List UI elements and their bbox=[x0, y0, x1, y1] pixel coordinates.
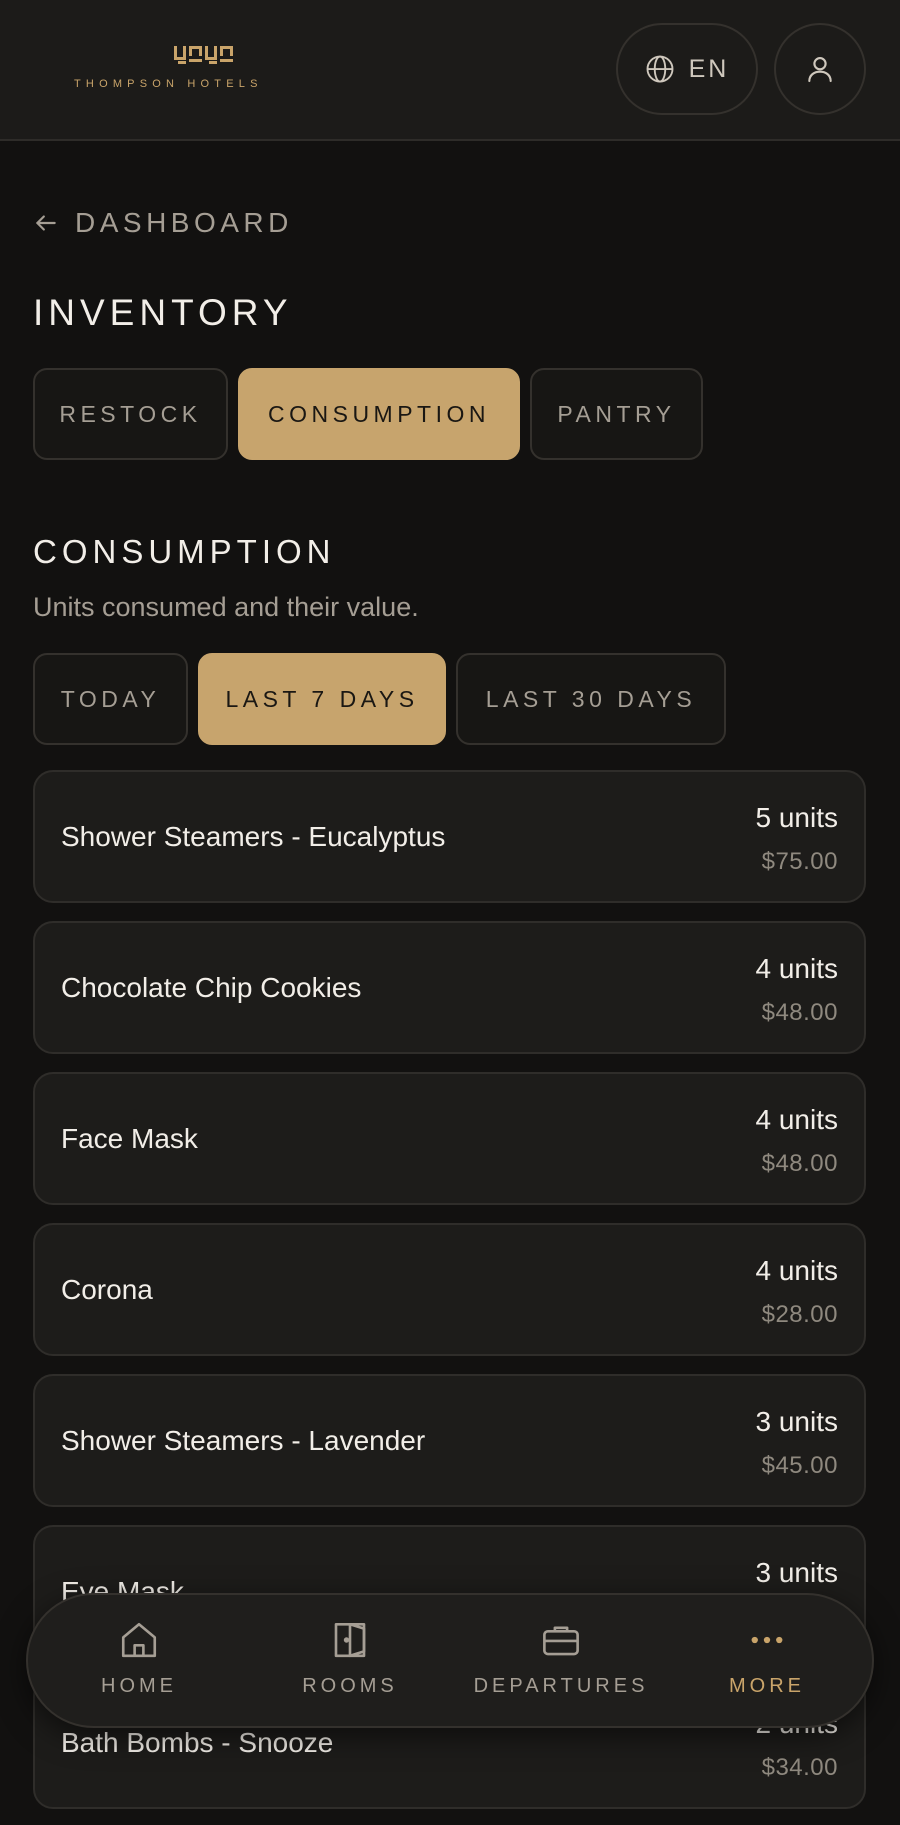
list-item[interactable]: Shower Steamers - Lavender 3 units $45.0… bbox=[33, 1374, 866, 1507]
language-selector-button[interactable]: EN bbox=[616, 23, 758, 115]
nav-label: DEPARTURES bbox=[473, 1675, 649, 1697]
range-last-7-days[interactable]: LAST 7 DAYS bbox=[198, 653, 446, 745]
date-range-tabs: TODAY LAST 7 DAYS LAST 30 DAYS bbox=[33, 653, 726, 745]
section-title: CONSUMPTION bbox=[33, 533, 336, 570]
page-title: INVENTORY bbox=[33, 292, 293, 333]
inventory-page: THOMPSON HOTELS EN DASHBOARD INVENTORY R… bbox=[0, 0, 900, 1825]
item-units: 4 units bbox=[755, 953, 839, 984]
inventory-tabs: RESTOCK CONSUMPTION PANTRY bbox=[33, 368, 703, 460]
bottom-navigation: HOME ROOMS DEPARTURES MORE bbox=[26, 1593, 874, 1728]
item-value: $28.00 bbox=[761, 1301, 838, 1328]
item-value: $48.00 bbox=[761, 999, 838, 1026]
briefcase-icon bbox=[543, 1626, 579, 1656]
item-units: 5 units bbox=[755, 802, 839, 833]
list-item[interactable]: Corona 4 units $28.00 bbox=[33, 1223, 866, 1356]
nav-departures[interactable]: DEPARTURES bbox=[466, 1619, 656, 1709]
globe-icon bbox=[646, 55, 674, 83]
item-name: Bath Bombs - Snooze bbox=[61, 1726, 334, 1758]
nav-label: HOME bbox=[101, 1675, 177, 1697]
tab-pantry[interactable]: PANTRY bbox=[530, 368, 703, 460]
list-item[interactable]: Chocolate Chip Cookies 4 units $48.00 bbox=[33, 921, 866, 1054]
item-name: Chocolate Chip Cookies bbox=[61, 971, 362, 1003]
back-label: DASHBOARD bbox=[75, 207, 293, 238]
nav-more[interactable]: MORE bbox=[672, 1619, 862, 1709]
tab-consumption[interactable]: CONSUMPTION bbox=[238, 368, 520, 460]
back-to-dashboard-link[interactable]: DASHBOARD bbox=[33, 205, 293, 241]
brand-name: THOMPSON HOTELS bbox=[74, 78, 263, 90]
range-last-30-days[interactable]: LAST 30 DAYS bbox=[456, 653, 726, 745]
nav-home[interactable]: HOME bbox=[44, 1619, 234, 1709]
door-icon bbox=[334, 1622, 366, 1658]
item-units: 4 units bbox=[755, 1255, 839, 1286]
list-item[interactable]: Shower Steamers - Eucalyptus 5 units $75… bbox=[33, 770, 866, 903]
item-name: Shower Steamers - Lavender bbox=[61, 1424, 426, 1456]
nav-rooms[interactable]: ROOMS bbox=[255, 1619, 445, 1709]
nav-label: MORE bbox=[729, 1675, 805, 1697]
item-value: $75.00 bbox=[761, 848, 838, 875]
more-dots-icon bbox=[751, 1636, 783, 1644]
item-value: $48.00 bbox=[761, 1150, 838, 1177]
thompson-hotels-logo[interactable]: THOMPSON HOTELS bbox=[74, 46, 344, 96]
item-name: Face Mask bbox=[61, 1122, 198, 1154]
item-units: 3 units bbox=[755, 1406, 839, 1437]
app-header: THOMPSON HOTELS EN bbox=[0, 0, 900, 141]
item-units: 4 units bbox=[755, 1104, 839, 1135]
section-subtitle: Units consumed and their value. bbox=[33, 592, 419, 622]
item-name: Corona bbox=[61, 1273, 153, 1305]
arrow-left-icon bbox=[36, 215, 56, 231]
tab-restock[interactable]: RESTOCK bbox=[33, 368, 228, 460]
range-today[interactable]: TODAY bbox=[33, 653, 188, 745]
list-item[interactable]: Face Mask 4 units $48.00 bbox=[33, 1072, 866, 1205]
home-icon bbox=[121, 1622, 157, 1658]
user-icon bbox=[808, 57, 832, 83]
nav-label: ROOMS bbox=[302, 1675, 398, 1697]
item-units: 3 units bbox=[755, 1557, 839, 1588]
language-code: EN bbox=[688, 54, 730, 83]
item-value: $34.00 bbox=[761, 1754, 838, 1781]
logo-mark-icon bbox=[174, 46, 233, 64]
item-value: $45.00 bbox=[761, 1452, 838, 1479]
profile-button[interactable] bbox=[774, 23, 866, 115]
item-name: Shower Steamers - Eucalyptus bbox=[61, 820, 446, 852]
